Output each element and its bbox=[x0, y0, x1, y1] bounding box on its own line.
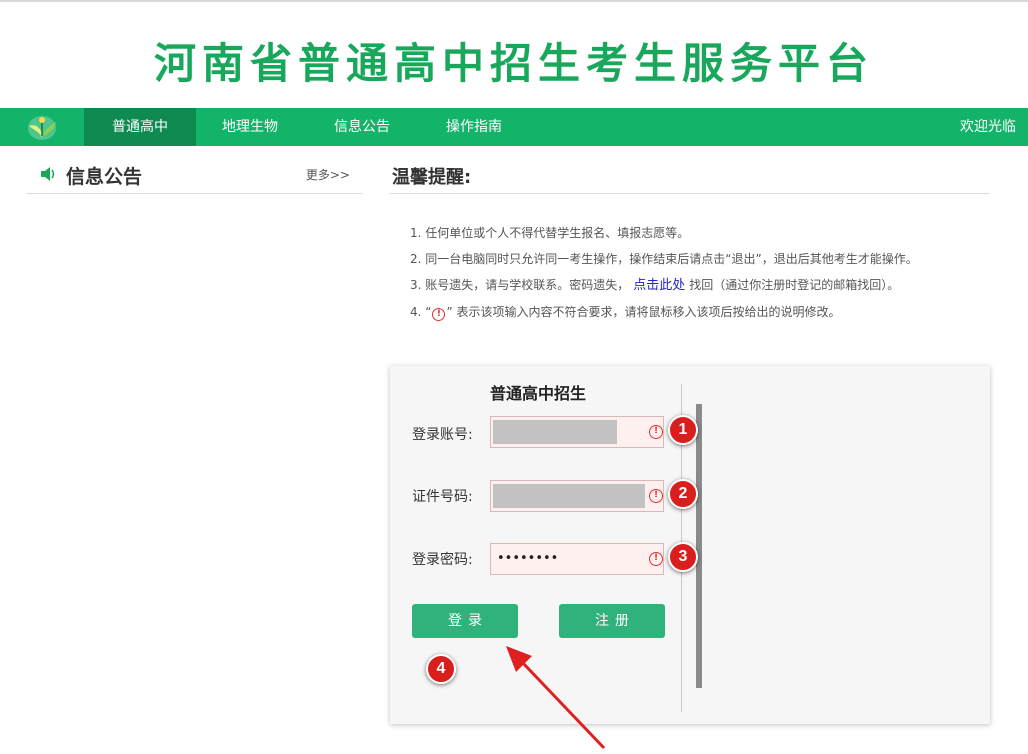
login-title: 普通高中招生 bbox=[490, 384, 587, 403]
error-icon: ! bbox=[649, 489, 663, 503]
tips-header: 温馨提醒: bbox=[390, 160, 990, 194]
error-icon: ! bbox=[432, 308, 446, 321]
notice-title: 信息公告 bbox=[66, 166, 143, 188]
notice-header: 信息公告 更多>> bbox=[26, 160, 362, 194]
id-number-input[interactable]: ! bbox=[490, 480, 664, 512]
tips-list: 1. 任何单位或个人不得代替学生报名、填报志愿等。 2. 同一台电脑同时只允许同… bbox=[410, 220, 1010, 325]
tip-line-3: 3. 账号遗失，请与学校联系。密码遗失， 点击此处 找回（通过你注册时登记的邮箱找回… bbox=[410, 272, 1010, 299]
redacted-value bbox=[493, 420, 617, 444]
login-button[interactable]: 登录 bbox=[412, 604, 518, 638]
nav-item-xinxi[interactable]: 信息公告 bbox=[304, 108, 420, 146]
navbar: 普通高中 地理生物 信息公告 操作指南 欢迎光临 bbox=[0, 108, 1028, 146]
error-icon: ! bbox=[649, 425, 663, 439]
account-input[interactable]: ! bbox=[490, 416, 664, 448]
nav-item-putong[interactable]: 普通高中 bbox=[84, 108, 196, 146]
step-badge-3: 3 bbox=[668, 542, 698, 572]
speaker-icon bbox=[40, 166, 58, 182]
tip-line-4-text: ” 表示该项输入内容不符合要求，请将鼠标移入该项后按给出的说明修改。 bbox=[446, 305, 841, 319]
login-panel: 普通高中招生 登录账号: ! 1 证件号码: ! 2 登录密码: •••••••… bbox=[390, 366, 990, 724]
redacted-value bbox=[493, 484, 645, 508]
step-badge-2: 2 bbox=[668, 479, 698, 509]
site-title: 河南省普通高中招生考生服务平台 bbox=[153, 39, 874, 88]
tip-line-4-prefix: 4. “ bbox=[410, 305, 432, 319]
annotation-arrow-icon bbox=[506, 646, 606, 750]
tip-line-1: 1. 任何单位或个人不得代替学生报名、填报志愿等。 bbox=[410, 226, 690, 240]
password-label: 登录密码: bbox=[412, 552, 473, 568]
tip-line-3-suffix: 找回（通过你注册时登记的邮箱找回）。 bbox=[689, 278, 900, 292]
password-value: •••••••• bbox=[497, 551, 559, 566]
scrollbar[interactable] bbox=[696, 404, 702, 688]
password-input[interactable]: •••••••• ! bbox=[490, 543, 664, 575]
welcome-text: 欢迎光临 bbox=[960, 119, 1016, 135]
id-number-label: 证件号码: bbox=[412, 489, 473, 505]
nav-item-dili[interactable]: 地理生物 bbox=[196, 108, 304, 146]
tip-line-2: 2. 同一台电脑同时只允许同一考生操作，操作结束后请点击“退出”，退出后其他考生… bbox=[410, 252, 918, 266]
tips-title: 温馨提醒: bbox=[392, 167, 472, 188]
account-label: 登录账号: bbox=[412, 427, 473, 443]
nav-item-caozuo[interactable]: 操作指南 bbox=[420, 108, 528, 146]
tip-line-3-text: 3. 账号遗失，请与学校联系。密码遗失， bbox=[410, 278, 630, 292]
tip-line-4: 4. “!” 表示该项输入内容不符合要求，请将鼠标移入该项后按给出的说明修改。 bbox=[410, 299, 1010, 325]
step-badge-1: 1 bbox=[668, 415, 698, 445]
error-icon: ! bbox=[649, 552, 663, 566]
more-link[interactable]: 更多>> bbox=[306, 166, 350, 183]
top-border bbox=[0, 0, 1028, 2]
recover-password-link[interactable]: 点击此处 bbox=[629, 278, 689, 293]
step-badge-4: 4 bbox=[426, 654, 456, 684]
logo-icon bbox=[22, 112, 62, 142]
register-button[interactable]: 注册 bbox=[559, 604, 665, 638]
